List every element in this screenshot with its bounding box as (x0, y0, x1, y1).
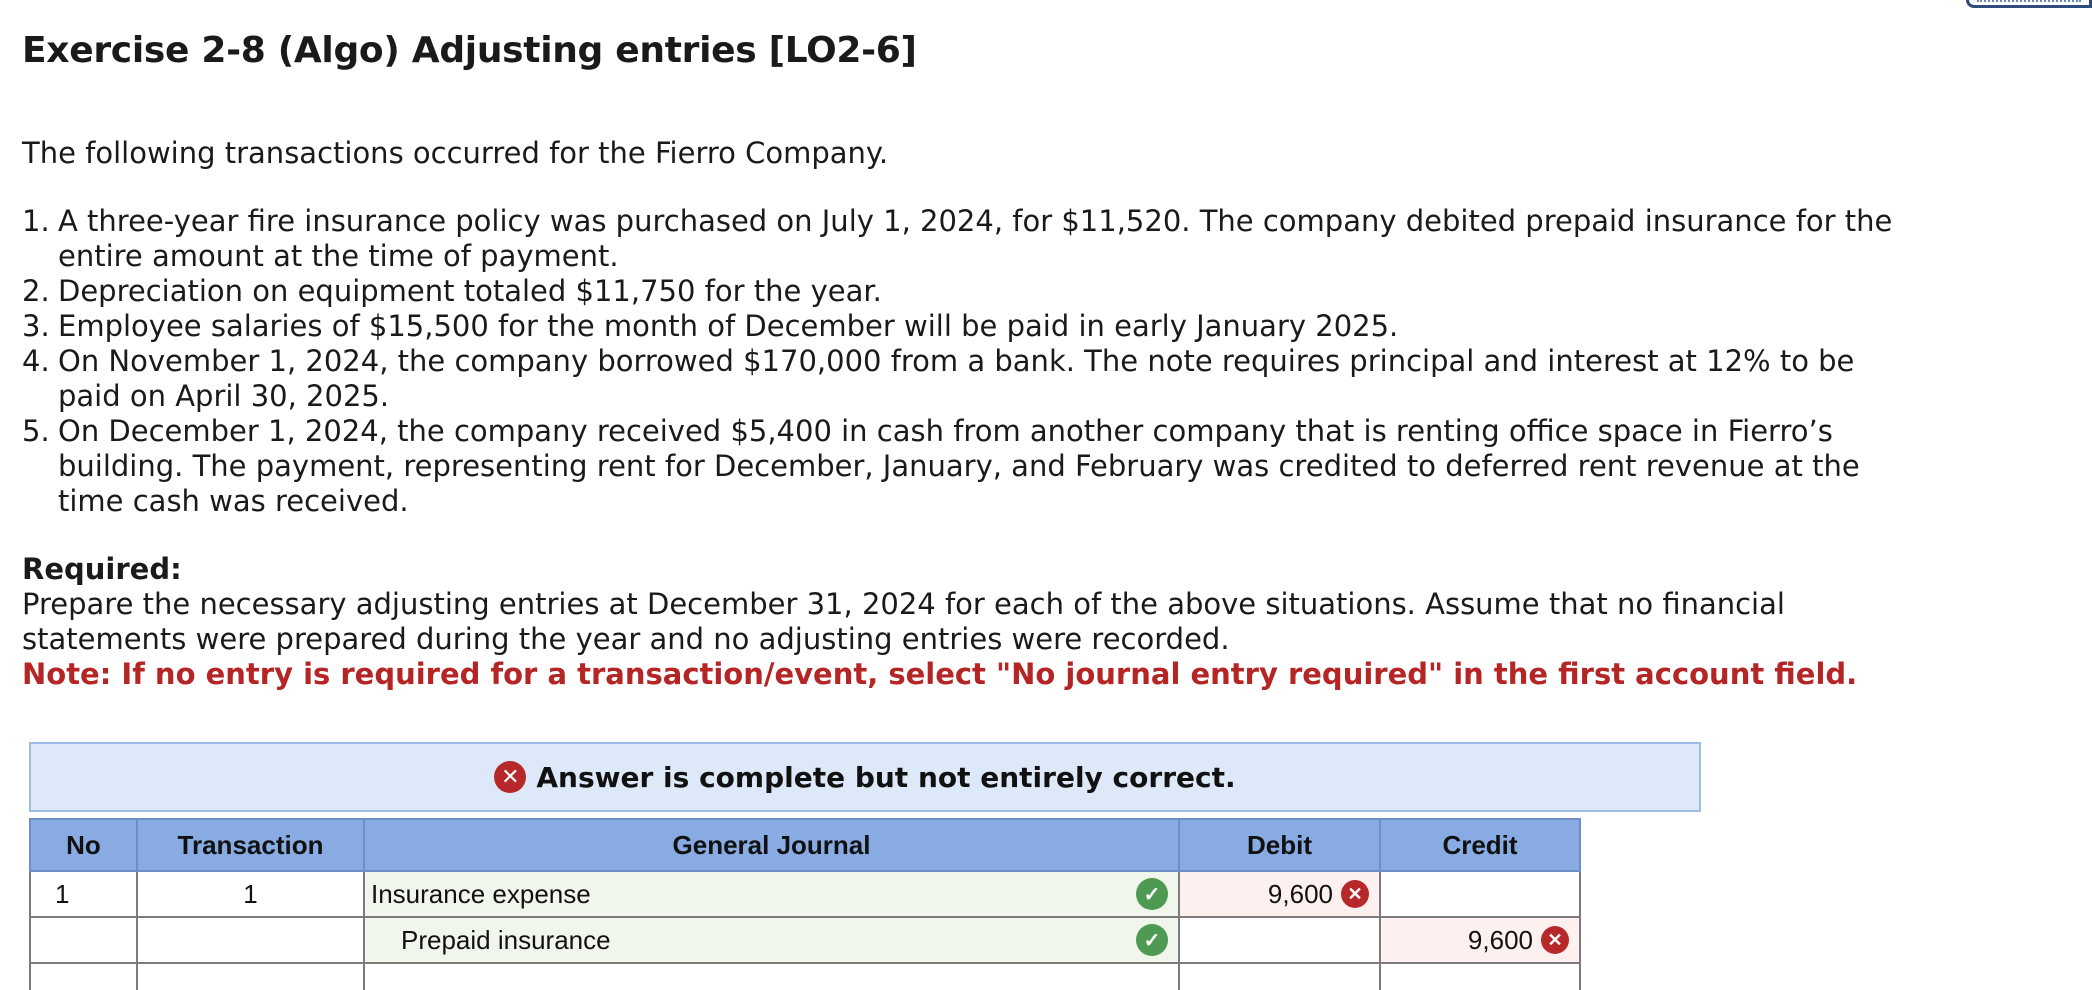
item-text: On November 1, 2024, the company borrowe… (58, 344, 1855, 413)
table-row (29, 962, 1581, 990)
required-text: Prepare the necessary adjusting entries … (22, 587, 1785, 656)
row-transaction (136, 916, 365, 964)
header-debit: Debit (1178, 818, 1381, 872)
list-item: 5. On December 1, 2024, the company recei… (22, 414, 1922, 519)
credit-input[interactable] (1379, 870, 1581, 918)
table-header-row: No Transaction General Journal Debit Cre… (29, 818, 1581, 872)
intro-text: The following transactions occurred for … (22, 136, 889, 170)
list-item: 2. Depreciation on equipment totaled $11,… (22, 274, 1922, 309)
debit-value: 9,600 (1267, 878, 1333, 909)
debit-input[interactable] (1178, 916, 1381, 964)
table-row: 1 1 Insurance expense ✓ 9,600 ✕ (29, 870, 1581, 918)
instruction-note: Note: If no entry is required for a tran… (22, 657, 1858, 691)
x-circle-icon: ✕ (1341, 880, 1369, 908)
item-text: A three-year fire insurance policy was p… (58, 204, 1893, 273)
account-select[interactable]: Prepaid insurance ✓ (363, 916, 1180, 964)
transaction-list: 1. A three-year fire insurance policy was… (22, 204, 1922, 519)
row-transaction (136, 962, 365, 990)
corner-widget[interactable] (1966, 0, 2092, 8)
general-journal-table: No Transaction General Journal Debit Cre… (29, 818, 1581, 990)
item-number: 1. (22, 204, 50, 238)
header-no: No (29, 818, 138, 872)
list-item: 4. On November 1, 2024, the company borro… (22, 344, 1922, 414)
credit-input[interactable]: 9,600 ✕ (1379, 916, 1581, 964)
credit-input[interactable] (1379, 962, 1581, 990)
debit-input[interactable]: 9,600 ✕ (1178, 870, 1381, 918)
row-number (29, 916, 138, 964)
list-item: 1. A three-year fire insurance policy was… (22, 204, 1922, 274)
result-banner: ✕ Answer is complete but not entirely co… (29, 742, 1701, 812)
row-number (29, 962, 138, 990)
account-name: Prepaid insurance (401, 924, 611, 955)
check-circle-icon: ✓ (1136, 924, 1168, 956)
required-heading: Required: (22, 552, 182, 586)
credit-value: 9,600 (1467, 924, 1533, 955)
item-text: Depreciation on equipment totaled $11,75… (58, 274, 882, 308)
header-transaction: Transaction (136, 818, 365, 872)
item-number: 5. (22, 414, 50, 448)
item-number: 3. (22, 309, 50, 343)
account-name: Insurance expense (371, 878, 591, 909)
header-credit: Credit (1379, 818, 1581, 872)
table-row: Prepaid insurance ✓ 9,600 ✕ (29, 916, 1581, 964)
row-number: 1 (29, 870, 138, 918)
account-select[interactable] (363, 962, 1180, 990)
list-item: 3. Employee salaries of $15,500 for the m… (22, 309, 1922, 344)
row-transaction: 1 (136, 870, 365, 918)
account-select[interactable]: Insurance expense ✓ (363, 870, 1180, 918)
item-text: Employee salaries of $15,500 for the mon… (58, 309, 1399, 343)
result-banner-text: Answer is complete but not entirely corr… (536, 760, 1236, 794)
page-title: Exercise 2-8 (Algo) Adjusting entries [L… (22, 30, 917, 71)
check-circle-icon: ✓ (1136, 878, 1168, 910)
header-general-journal: General Journal (363, 818, 1180, 872)
debit-input[interactable] (1178, 962, 1381, 990)
item-number: 4. (22, 344, 50, 378)
x-circle-icon: ✕ (1541, 926, 1569, 954)
item-number: 2. (22, 274, 50, 308)
x-circle-icon: ✕ (494, 761, 527, 793)
item-text: On December 1, 2024, the company receive… (58, 414, 1860, 518)
